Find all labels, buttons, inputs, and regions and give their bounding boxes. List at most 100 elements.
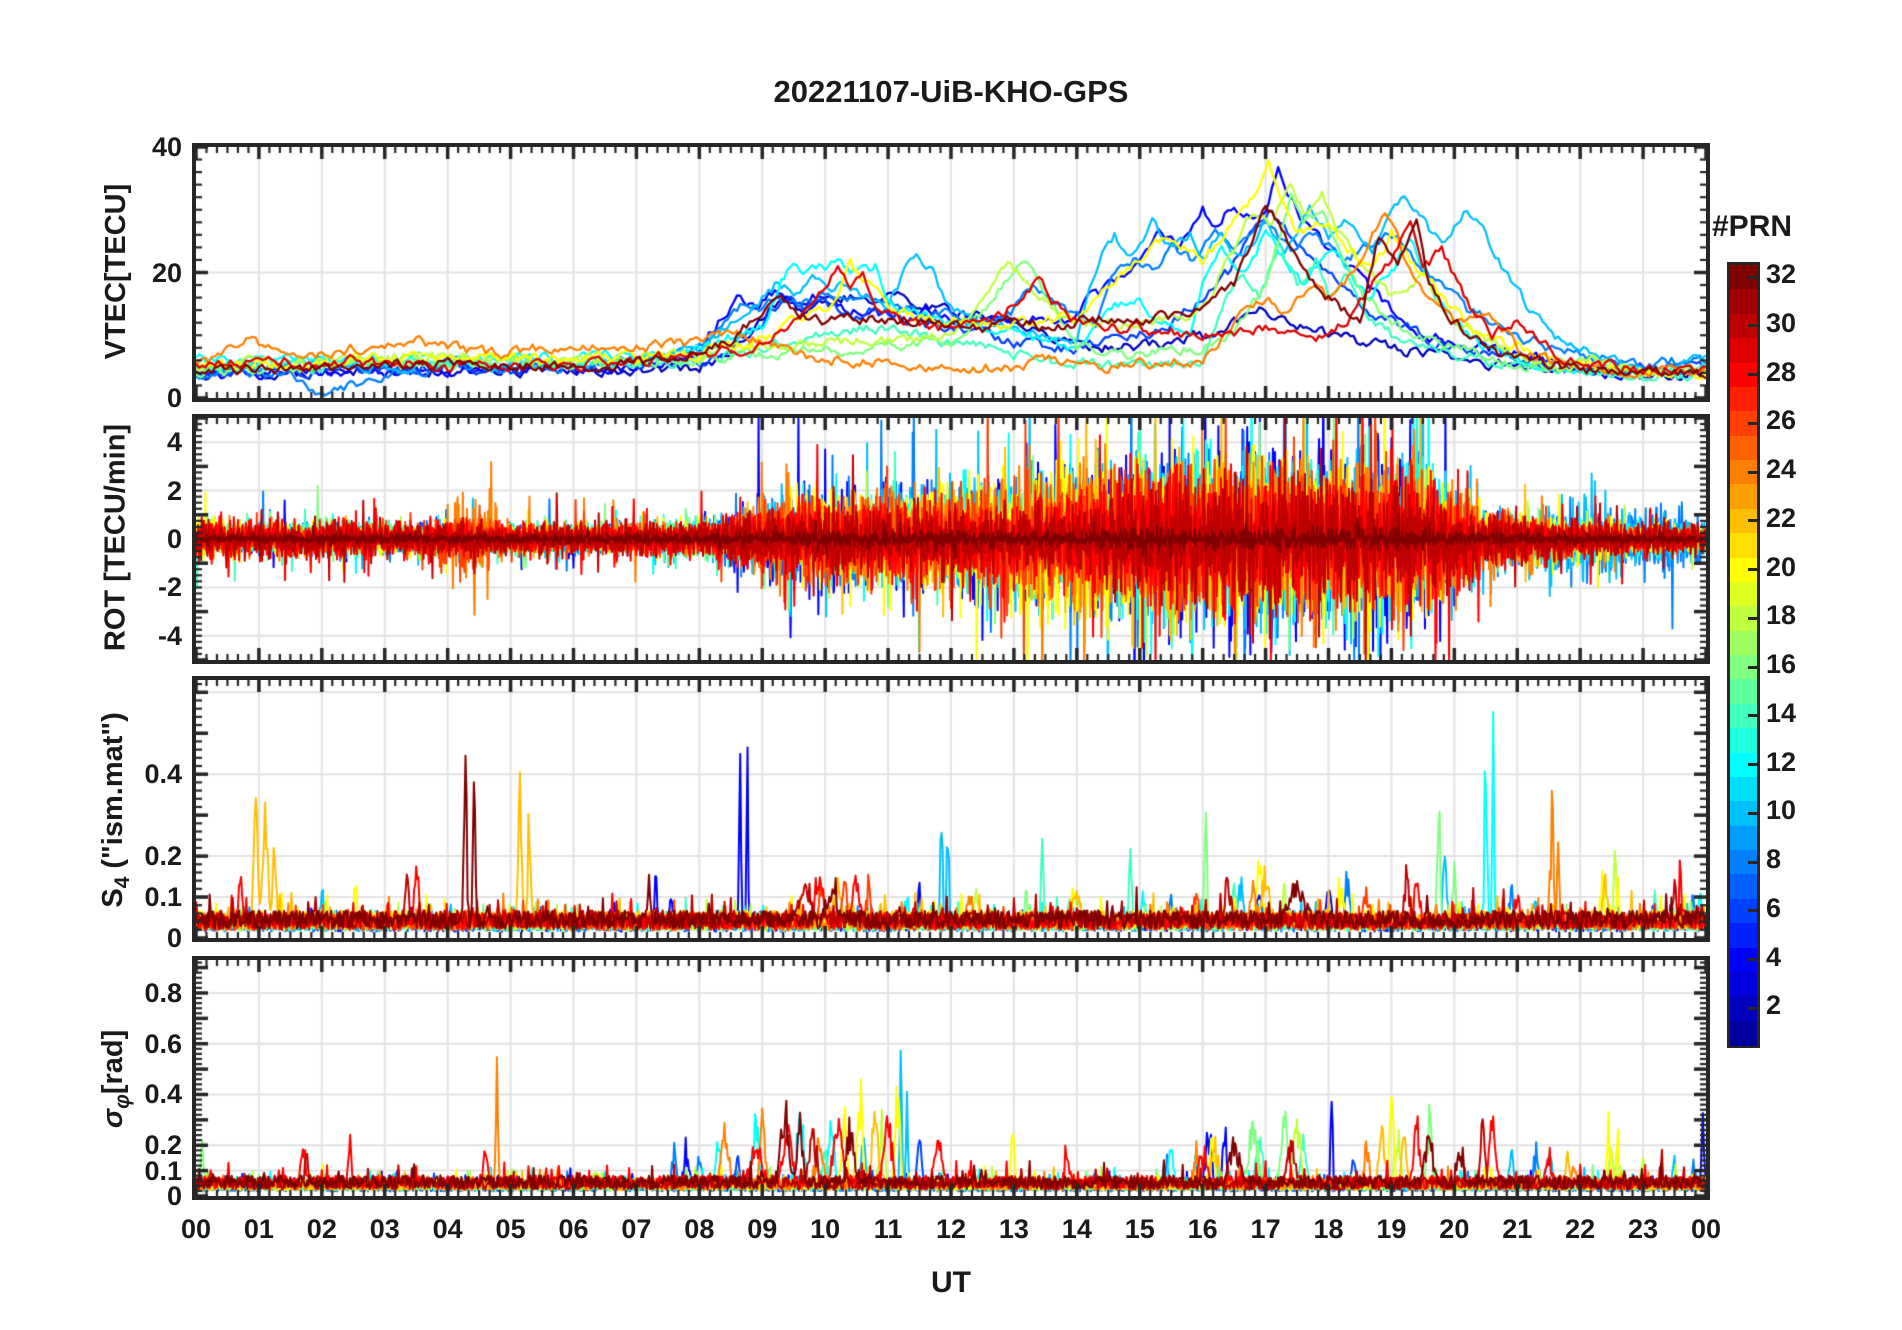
rot-ytick-label: -2 — [157, 572, 182, 603]
x-tick-label: 02 — [306, 1214, 337, 1244]
rot-ytick-label: -4 — [157, 620, 182, 651]
prn-colorbar — [1727, 262, 1760, 1048]
colorbar-tick — [1748, 568, 1757, 572]
x-tick-label: 12 — [935, 1214, 967, 1244]
x-tick-label: 19 — [1376, 1214, 1407, 1244]
vtec-ytick-label: 0 — [166, 383, 182, 413]
colorbar-block-prn-3 — [1730, 971, 1757, 997]
x-tick-label: 22 — [1565, 1214, 1596, 1244]
x-tick-label: 00 — [180, 1214, 212, 1244]
x-tick-label: 16 — [1187, 1214, 1218, 1244]
x-tick-label: 09 — [747, 1214, 778, 1244]
x-tick-label: 11 — [873, 1214, 903, 1244]
colorbar-tick — [1748, 811, 1757, 815]
colorbar-tick-label: 10 — [1766, 795, 1797, 826]
rot-ytick-label: 0 — [166, 524, 182, 554]
colorbar-tick-label: 24 — [1766, 454, 1797, 485]
sigma_phi-ytick-label: 0.1 — [144, 1155, 182, 1186]
x-tick-label: 13 — [998, 1214, 1029, 1244]
rot-ytick-label: 2 — [166, 475, 182, 506]
x-axis-label: UT — [931, 1266, 971, 1299]
colorbar-tick-label: 6 — [1766, 892, 1782, 923]
rot-panel — [192, 414, 1710, 664]
vtec-ytick-label: 20 — [151, 257, 182, 288]
colorbar-tick — [1748, 373, 1757, 377]
colorbar-tick — [1748, 909, 1757, 913]
colorbar-tick-label: 14 — [1766, 697, 1797, 728]
colorbar-block-prn-31 — [1730, 289, 1757, 315]
colorbar-block-prn-7 — [1730, 874, 1757, 900]
x-tick-label: 17 — [1250, 1214, 1281, 1244]
colorbar-block-prn-5 — [1730, 923, 1757, 948]
gps-scintillation-figure: 20221107-UiB-KHO-GPS VTEC[TECU] ROT [TEC… — [0, 0, 1902, 1330]
vtec-plot-canvas — [196, 147, 1706, 398]
x-tick-label: 08 — [684, 1214, 715, 1244]
x-tick-label: 06 — [558, 1214, 589, 1244]
s4-ytick-label: 0.4 — [144, 759, 182, 790]
colorbar-tick-label: 28 — [1766, 356, 1797, 387]
colorbar-tick-label: 26 — [1766, 405, 1797, 436]
s4-ytick-label: 0 — [166, 923, 182, 953]
sigma_phi-ytick-label: 0.8 — [144, 977, 182, 1008]
sigma-phi-panel — [192, 956, 1710, 1200]
x-tick-label: 15 — [1124, 1214, 1155, 1244]
colorbar-tick — [1748, 958, 1757, 962]
s4-ytick-label: 0.1 — [144, 882, 182, 913]
colorbar-block-prn-17 — [1730, 630, 1757, 656]
sigma_phi-ytick-label: 0.4 — [144, 1079, 182, 1110]
colorbar-tick — [1748, 714, 1757, 718]
colorbar-tick-label: 32 — [1766, 259, 1797, 290]
colorbar-tick — [1748, 860, 1757, 864]
colorbar-block-prn-19 — [1730, 581, 1757, 607]
colorbar-tick — [1748, 763, 1757, 767]
x-tick-label: 05 — [495, 1214, 526, 1244]
colorbar-tick-label: 20 — [1766, 551, 1797, 582]
colorbar-block-prn-25 — [1730, 435, 1757, 461]
sigma_phi-ytick-label: 0 — [166, 1181, 182, 1211]
chart-title: 20221107-UiB-KHO-GPS — [773, 74, 1129, 109]
vtec-ytick-label: 40 — [151, 132, 182, 162]
colorbar-block-prn-21 — [1730, 533, 1757, 558]
rot-plot-canvas — [196, 418, 1706, 660]
colorbar-tick-label: 8 — [1766, 844, 1782, 875]
vtec-panel — [192, 143, 1710, 402]
colorbar-tick — [1748, 1006, 1757, 1010]
colorbar-tick — [1748, 470, 1757, 474]
s4-plot-canvas — [196, 680, 1706, 938]
s4-ytick-label: 0.2 — [144, 841, 182, 872]
colorbar-block-prn-9 — [1730, 825, 1757, 851]
x-tick-label: 10 — [810, 1214, 841, 1244]
sigma_phi-ytick-label: 0.2 — [144, 1130, 182, 1161]
colorbar-tick-label: 4 — [1766, 941, 1782, 972]
x-tick-label: 14 — [1061, 1214, 1092, 1244]
colorbar-tick-label: 18 — [1766, 600, 1797, 631]
s4-panel — [192, 676, 1710, 942]
colorbar-tick — [1748, 275, 1757, 279]
sigma_phi-ytick-label: 0.6 — [144, 1028, 182, 1059]
colorbar-tick-label: 16 — [1766, 649, 1797, 680]
x-tick-label: 21 — [1502, 1214, 1533, 1244]
colorbar-block-prn-23 — [1730, 484, 1757, 510]
colorbar-block-prn-15 — [1730, 679, 1757, 705]
x-tick-label: 20 — [1439, 1214, 1470, 1244]
x-tick-label: 07 — [621, 1214, 652, 1244]
colorbar-tick — [1748, 519, 1757, 523]
colorbar-tick-label: 30 — [1766, 307, 1797, 338]
colorbar-tick-label: 12 — [1766, 746, 1797, 777]
colorbar-tick-label: 22 — [1766, 502, 1797, 533]
colorbar-tick — [1748, 616, 1757, 620]
colorbar-block-prn-27 — [1730, 386, 1757, 412]
x-tick-label: 18 — [1313, 1214, 1344, 1244]
colorbar-tick-label: 2 — [1766, 990, 1782, 1021]
colorbar-title: #PRN — [1712, 210, 1793, 243]
x-tick-label: 03 — [369, 1214, 400, 1244]
sigma-phi-plot-canvas — [196, 960, 1706, 1196]
colorbar-block-prn-13 — [1730, 728, 1757, 753]
colorbar-block-prn-29 — [1730, 338, 1757, 363]
colorbar-tick — [1748, 421, 1757, 425]
x-tick-label: 01 — [243, 1214, 274, 1244]
axis-label-part: σ — [97, 1108, 130, 1129]
x-tick-label: 04 — [432, 1214, 463, 1244]
colorbar-block-prn-11 — [1730, 776, 1757, 802]
x-tick-label: 00 — [1690, 1214, 1722, 1244]
